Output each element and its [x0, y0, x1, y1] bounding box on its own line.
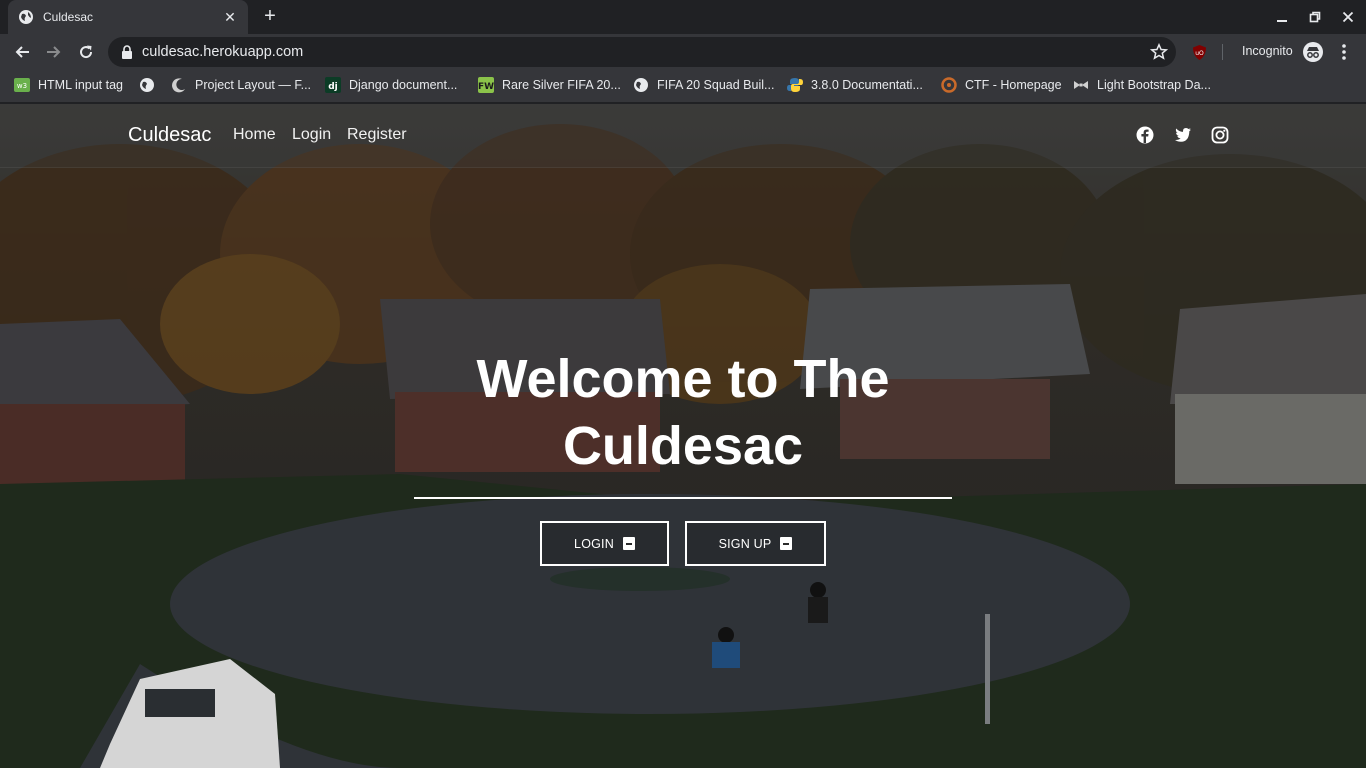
svg-text:FW: FW [478, 82, 494, 92]
lock-icon[interactable] [120, 45, 134, 59]
site-brand[interactable]: Culdesac [128, 124, 211, 147]
browser-toolbar: culdesac.herokuapp.com uO Incognito [0, 34, 1366, 70]
login-icon [622, 537, 635, 550]
web-page: Culdesac Home Login Register Welcome to … [0, 104, 1366, 768]
minimize-icon[interactable] [1266, 0, 1298, 34]
new-tab-button[interactable]: + [259, 6, 281, 28]
bookmark-item[interactable]: 3.8.0 Documentati... [787, 70, 923, 100]
restore-icon[interactable] [1299, 0, 1331, 34]
reload-icon[interactable] [72, 38, 100, 66]
url-text[interactable]: culdesac.herokuapp.com [142, 44, 303, 60]
globe-icon [139, 77, 155, 93]
facebook-icon[interactable] [1136, 126, 1154, 144]
tab-close-icon[interactable]: ✕ [222, 9, 238, 26]
ublock-origin-icon[interactable]: uO [1191, 44, 1208, 61]
instagram-icon[interactable] [1211, 126, 1229, 144]
login-button[interactable]: LOGIN [540, 521, 669, 566]
login-button-label: LOGIN [574, 536, 614, 551]
bookmark-item[interactable]: CTF - Homepage [941, 70, 1062, 100]
svg-text:w3: w3 [17, 82, 27, 90]
twitter-icon[interactable] [1174, 126, 1192, 144]
hero-title: Welcome to The Culdesac [476, 349, 890, 476]
bookmark-item[interactable] [139, 70, 163, 100]
bookmark-label: Django document... [349, 78, 458, 92]
globe-icon [633, 77, 649, 93]
bookmark-label: CTF - Homepage [965, 78, 1062, 92]
incognito-label[interactable]: Incognito [1242, 44, 1293, 58]
back-arrow-icon[interactable] [8, 38, 36, 66]
browser-tab[interactable]: Culdesac ✕ [8, 0, 248, 34]
bookmark-item[interactable]: Light Bootstrap Da... [1073, 70, 1211, 100]
bookmarks-bar: w3 HTML input tag Project Layout — F... … [0, 70, 1366, 103]
bowtie-icon [1073, 77, 1089, 93]
bookmark-item[interactable]: dj Django document... [325, 70, 457, 100]
menu-kebab-icon[interactable] [1336, 43, 1352, 61]
ctf-icon [941, 77, 957, 93]
bookmark-item[interactable]: FW Rare Silver FIFA 20... [478, 70, 621, 100]
address-bar[interactable]: culdesac.herokuapp.com [108, 37, 1176, 67]
bookmark-item[interactable]: Project Layout — F... [171, 70, 311, 100]
w3-icon: w3 [14, 77, 30, 93]
signup-button-label: SIGN UP [718, 536, 772, 551]
bookmark-label: Project Layout — F... [195, 78, 312, 92]
nav-link-home[interactable]: Home [233, 126, 276, 144]
moon-icon [171, 77, 187, 93]
bookmark-label: 3.8.0 Documentati... [811, 78, 923, 92]
close-window-icon[interactable] [1332, 0, 1364, 34]
forward-arrow-icon[interactable] [40, 38, 68, 66]
svg-text:dj: dj [328, 82, 338, 92]
bookmark-item[interactable]: FIFA 20 Squad Buil... [633, 70, 774, 100]
incognito-icon[interactable] [1302, 41, 1324, 63]
bookmark-star-icon[interactable] [1149, 42, 1169, 61]
tab-title: Culdesac [43, 10, 94, 24]
nav-link-login[interactable]: Login [292, 126, 331, 144]
toolbar-divider [1222, 44, 1223, 60]
svg-text:uO: uO [1195, 50, 1204, 57]
tab-strip: Culdesac ✕ + [0, 0, 1366, 34]
nav-link-register[interactable]: Register [347, 126, 407, 144]
bookmark-label: Rare Silver FIFA 20... [502, 78, 621, 92]
django-icon: dj [325, 77, 341, 93]
python-icon [787, 77, 803, 93]
bookmark-label: Light Bootstrap Da... [1097, 78, 1211, 92]
bookmark-label: HTML input tag [38, 78, 123, 92]
hero-divider [414, 497, 952, 499]
site-navbar: Culdesac Home Login Register [0, 104, 1366, 168]
bookmark-label: FIFA 20 Squad Buil... [657, 78, 775, 92]
signup-icon [780, 537, 793, 550]
futwiz-icon: FW [478, 77, 494, 93]
globe-icon [18, 9, 34, 25]
bookmark-item[interactable]: w3 HTML input tag [14, 70, 123, 100]
signup-button[interactable]: SIGN UP [685, 521, 826, 566]
